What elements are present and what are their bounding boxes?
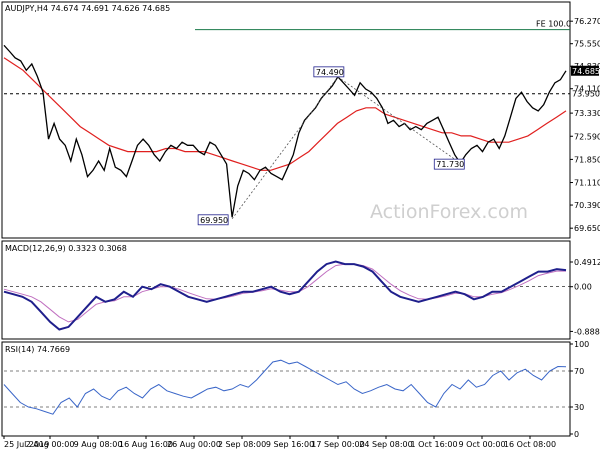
y-tick-label: 74.110 — [574, 85, 600, 94]
rsi-y-tick-label: 30 — [574, 403, 584, 412]
last-price-label: 74.685 — [572, 67, 600, 76]
y-tick-label: 72.590 — [574, 132, 600, 141]
x-tick-label: 24 Sep 08:00 — [359, 440, 412, 449]
chart: ActionForex.com AUDJPY,H4 74.674 74.691 … — [0, 0, 600, 450]
y-tick-label: 70.390 — [574, 201, 600, 210]
watermark: ActionForex.com — [370, 201, 528, 223]
annotation-label: 74.490 — [316, 68, 344, 77]
macd-panel — [1, 240, 571, 340]
y-tick-label: 75.550 — [574, 40, 600, 49]
price-panel-title: AUDJPY,H4 74.674 74.691 74.626 74.685 — [5, 4, 170, 13]
fe-label: FE 100.0 — [536, 20, 571, 29]
y-tick-label: 69.650 — [574, 224, 600, 233]
x-tick-label: 26 Aug 00:00 — [167, 440, 221, 449]
x-tick-label: 16 Oct 08:00 — [504, 440, 556, 449]
x-tick-label: 9 Sep 16:00 — [266, 440, 314, 449]
macd-y-tick-label: 0.00 — [574, 283, 592, 292]
macd-y-tick-label: 0.4912 — [574, 258, 600, 267]
rsi-y-tick-label: 100 — [574, 340, 589, 349]
y-tick-label: 71.850 — [574, 155, 600, 164]
annotation-label: 69.950 — [200, 216, 228, 225]
x-tick-label: 2 Aug 00:00 — [26, 440, 75, 449]
x-tick-label: 9 Oct 00:00 — [458, 440, 505, 449]
rsi-y-tick-label: 0 — [574, 430, 579, 439]
x-tick-label: 9 Aug 08:00 — [74, 440, 123, 449]
rsi-y-tick-label: 70 — [574, 367, 584, 376]
y-tick-label: 76.270 — [574, 17, 600, 26]
macd-panel-title: MACD(12,26,9) 0.3323 0.3068 — [5, 244, 127, 253]
x-tick-label: 16 Aug 16:00 — [119, 440, 173, 449]
y-tick-label: 71.110 — [574, 179, 600, 188]
y-tick-label: 73.330 — [574, 109, 600, 118]
x-tick-label: 1 Oct 16:00 — [410, 440, 457, 449]
x-tick-label: 17 Sep 00:00 — [311, 440, 364, 449]
chart-svg: ActionForex.com AUDJPY,H4 74.674 74.691 … — [1, 1, 600, 449]
rsi-panel-title: RSI(14) 74.7669 — [5, 345, 70, 354]
rsi-panel — [1, 341, 571, 437]
annotation-label: 71.730 — [436, 160, 464, 169]
x-tick-label: 2 Sep 08:00 — [218, 440, 266, 449]
macd-y-tick-label: -0.8889 — [574, 327, 600, 336]
